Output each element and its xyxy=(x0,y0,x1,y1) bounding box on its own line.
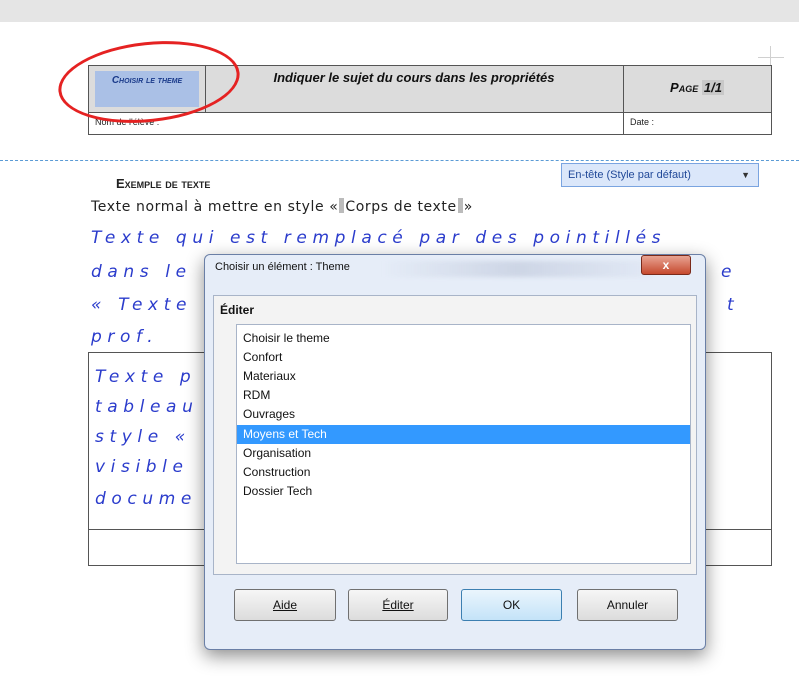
table-text-line: tableau xyxy=(95,397,199,417)
help-button[interactable]: Aide xyxy=(234,589,336,621)
edit-button[interactable]: Éditer xyxy=(348,589,448,621)
list-item-selected[interactable]: Moyens et Tech xyxy=(237,425,690,444)
list-item[interactable]: Materiaux xyxy=(243,367,296,386)
field-marker xyxy=(339,198,345,213)
header-style-label: En-tête (Style par défaut) xyxy=(568,169,691,181)
page-corner-mark xyxy=(758,57,784,58)
list-item[interactable]: RDM xyxy=(243,386,270,405)
header-row-bottom: Nom de l'élève : Date : xyxy=(89,113,771,134)
edit-button-label: Éditer xyxy=(382,598,414,612)
page-indicator: Page 1/1 xyxy=(623,80,771,95)
header-boundary-line xyxy=(0,160,799,161)
date-cell: Date : xyxy=(623,113,772,134)
list-item[interactable]: Dossier Tech xyxy=(243,482,312,501)
placeholder-text-line: prof. xyxy=(91,327,159,347)
title-bar-blur xyxy=(381,261,653,277)
list-item[interactable]: Organisation xyxy=(243,444,311,463)
table-text-line: style « xyxy=(95,427,191,447)
page-number: 1/1 xyxy=(701,80,724,95)
normal-text-post: » xyxy=(463,199,473,215)
page-cell: Page 1/1 xyxy=(623,66,771,112)
course-title: Indiquer le sujet du cours dans les prop… xyxy=(273,70,555,85)
placeholder-text-line: dans le xyxy=(91,262,192,282)
table-text-line: visible xyxy=(95,457,189,477)
placeholder-text-line: « Texte xyxy=(91,295,193,315)
normal-text-style: Corps de texte xyxy=(345,199,457,215)
table-text-line: docume xyxy=(95,489,197,509)
normal-text-line: Texte normal à mettre en style « Corps de… xyxy=(91,198,473,215)
list-item[interactable]: Choisir le theme xyxy=(243,329,330,348)
date-label: Date : xyxy=(630,117,655,127)
list-item[interactable]: Ouvrages xyxy=(243,405,295,424)
page-label: Page xyxy=(670,80,699,95)
placeholder-text-fragment: e xyxy=(721,262,738,282)
header-style-tag[interactable]: En-tête (Style par défaut) ▼ xyxy=(561,163,759,187)
list-item[interactable]: Confort xyxy=(243,348,282,367)
close-button[interactable]: x xyxy=(641,255,691,275)
table-text-line: Texte p xyxy=(95,367,197,387)
choose-element-dialog: Choisir un élément : Theme x Éditer Choi… xyxy=(204,254,706,650)
placeholder-text-line: Texte qui est remplacé par des pointillé… xyxy=(91,228,667,248)
ok-button[interactable]: OK xyxy=(461,589,562,621)
placeholder-text-fragment: t xyxy=(727,295,740,315)
field-marker xyxy=(457,198,463,213)
dialog-title: Choisir un élément : Theme xyxy=(215,261,350,273)
top-gray-strip xyxy=(0,0,799,22)
frame-label: Éditer xyxy=(220,303,255,317)
title-cell: Indiquer le sujet du cours dans les prop… xyxy=(205,66,624,112)
edit-frame: Éditer Choisir le theme Confort Materiau… xyxy=(213,295,697,575)
example-heading: Exemple de texte xyxy=(116,176,211,191)
cancel-button[interactable]: Annuler xyxy=(577,589,678,621)
normal-text-pre: Texte normal à mettre en style « xyxy=(91,199,339,215)
help-button-label: Aide xyxy=(272,598,298,612)
list-item[interactable]: Construction xyxy=(243,463,310,482)
dropdown-arrow-icon[interactable]: ▼ xyxy=(741,164,750,186)
element-list[interactable]: Choisir le theme Confort Materiaux RDM O… xyxy=(236,324,691,564)
